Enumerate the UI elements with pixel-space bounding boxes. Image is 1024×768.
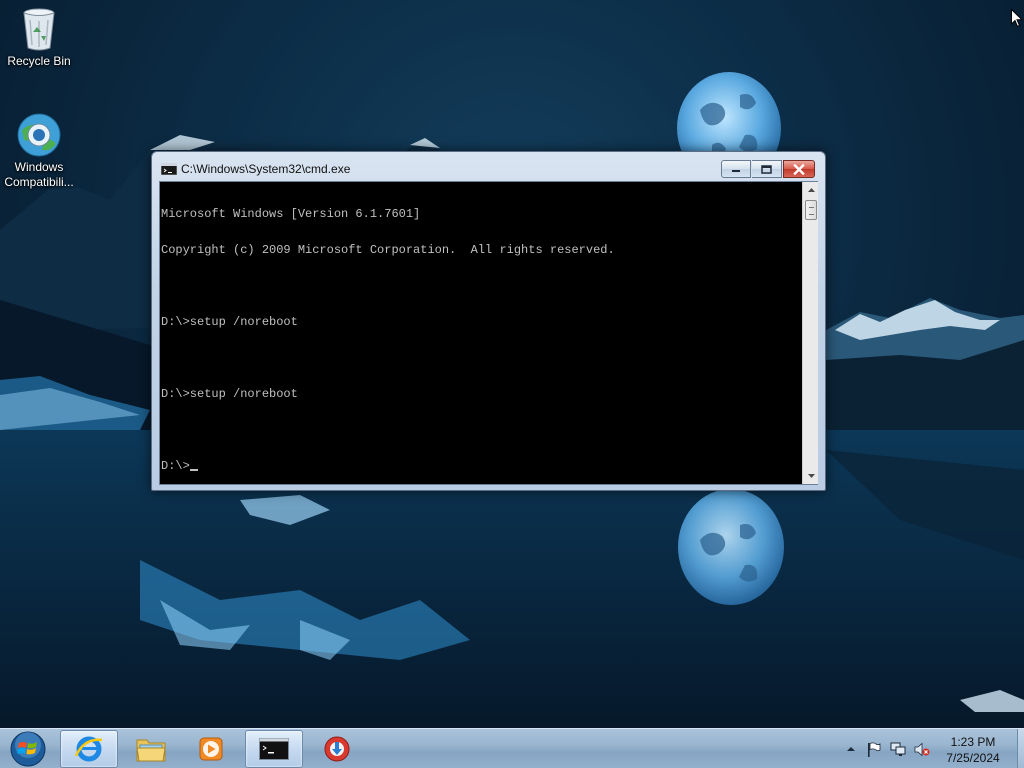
console-line: Copyright (c) 2009 Microsoft Corporation… <box>161 243 615 257</box>
volume-muted-icon <box>914 742 930 756</box>
scroll-up-button[interactable] <box>803 182 819 198</box>
windows-start-orb-icon <box>10 731 46 767</box>
vertical-scrollbar[interactable] <box>802 182 818 484</box>
action-center-button[interactable] <box>866 741 882 757</box>
close-icon <box>793 163 805 175</box>
cmd-window[interactable]: C:\Windows\System32\cmd.exe Microsoft Wi… <box>151 151 826 491</box>
network-icon <box>890 742 906 756</box>
internet-explorer-icon <box>74 736 103 762</box>
cmd-window-icon <box>161 163 177 175</box>
scroll-down-arrow-icon <box>807 474 815 478</box>
close-button[interactable] <box>783 160 815 178</box>
console-line: D:\>setup /noreboot <box>161 315 298 329</box>
clock-date: 7/25/2024 <box>946 751 1000 765</box>
desktop-icon-label: Windows Compatibili... <box>4 160 74 189</box>
volume-button[interactable] <box>914 741 930 757</box>
scrollbar-thumb[interactable] <box>805 200 817 220</box>
installer-icon <box>324 736 350 762</box>
console-line: D:\>setup /noreboot <box>161 387 298 401</box>
maximize-button[interactable] <box>752 160 782 178</box>
taskbar-internet-explorer[interactable] <box>60 730 118 768</box>
taskbar: 1:23 PM 7/25/2024 <box>0 728 1024 768</box>
compatibility-globe-icon <box>17 113 61 157</box>
window-title: C:\Windows\System32\cmd.exe <box>181 162 351 176</box>
media-player-icon <box>199 737 223 761</box>
show-desktop-button[interactable] <box>1017 729 1024 768</box>
scroll-up-arrow-icon <box>807 188 815 192</box>
taskbar-windows-explorer[interactable] <box>122 730 180 768</box>
console-prompt-line: D:\> <box>161 460 802 472</box>
recycle-bin-icon <box>23 8 55 51</box>
console-client-area: Microsoft Windows [Version 6.1.7601] Cop… <box>159 181 818 485</box>
start-button[interactable] <box>4 730 52 768</box>
window-titlebar[interactable]: C:\Windows\System32\cmd.exe <box>152 152 825 182</box>
network-button[interactable] <box>890 741 906 757</box>
minimize-icon <box>732 170 740 172</box>
desktop-icon-windows-compatibility[interactable]: Windows Compatibili... <box>1 112 77 190</box>
console-output[interactable]: Microsoft Windows [Version 6.1.7601] Cop… <box>160 182 802 484</box>
cmd-icon <box>259 738 289 760</box>
taskbar-media-player[interactable] <box>182 730 240 768</box>
console-line: Microsoft Windows [Version 6.1.7601] <box>161 207 421 221</box>
show-hidden-icons-button[interactable] <box>843 741 859 757</box>
folder-icon <box>136 739 166 762</box>
taskbar-installer[interactable] <box>308 730 366 768</box>
desktop-icon-recycle-bin[interactable]: Recycle Bin <box>1 6 77 69</box>
text-cursor <box>189 469 198 471</box>
show-hidden-icons-icon <box>847 747 855 751</box>
desktop-icon-label: Recycle Bin <box>7 54 71 68</box>
console-prompt: D:\> <box>161 459 190 473</box>
mouse-pointer-icon <box>1011 9 1023 28</box>
scroll-down-button[interactable] <box>803 468 819 484</box>
minimize-button[interactable] <box>721 160 751 178</box>
clock-time: 1:23 PM <box>950 735 996 749</box>
action-center-flag-icon <box>868 741 881 757</box>
maximize-icon <box>761 164 772 174</box>
taskbar-command-prompt[interactable] <box>245 730 303 768</box>
system-clock[interactable]: 1:23 PM 7/25/2024 <box>930 734 1016 766</box>
